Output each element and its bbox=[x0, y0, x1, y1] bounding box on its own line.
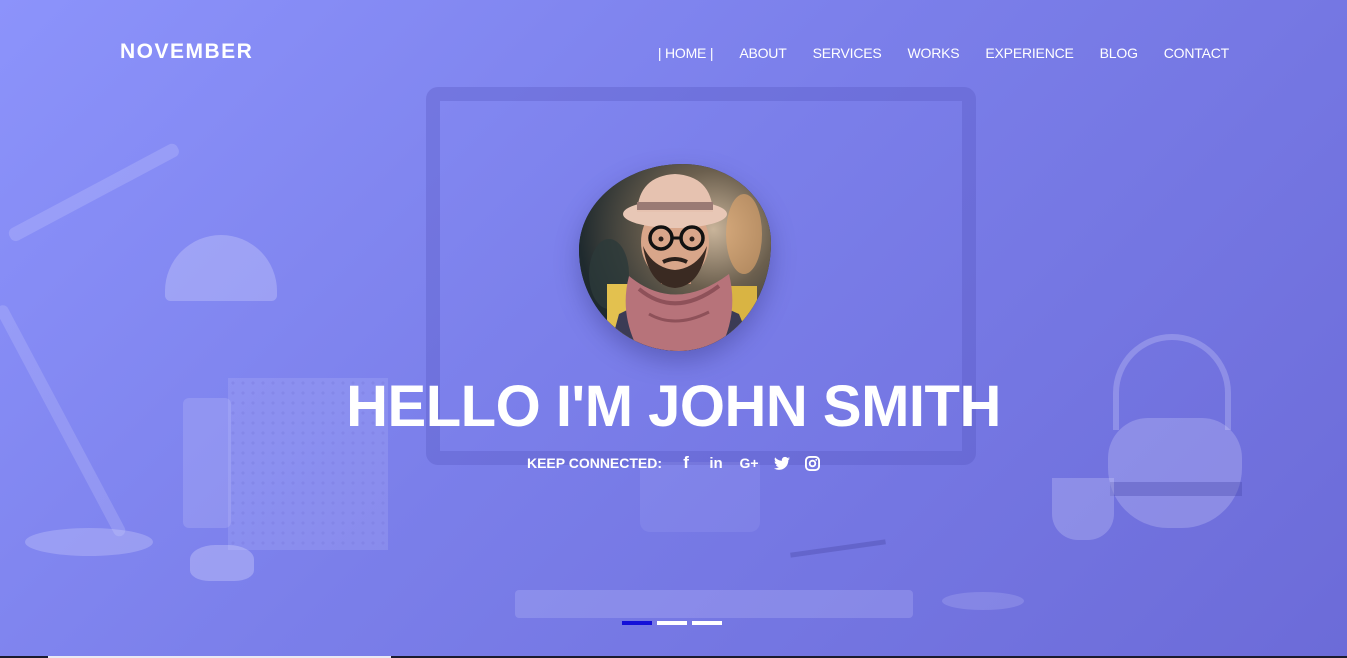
hero-title: HELLO I'M JOHN SMITH bbox=[346, 374, 1001, 439]
hero-section: NOVEMBER HOME ABOUT SERVICES WORKS EXPER… bbox=[0, 0, 1347, 658]
nav-item-services[interactable]: SERVICES bbox=[813, 45, 882, 61]
instagram-icon[interactable] bbox=[804, 454, 820, 472]
nav-item-about[interactable]: ABOUT bbox=[739, 45, 786, 61]
nav-item-home[interactable]: HOME bbox=[658, 45, 713, 61]
background-pen bbox=[790, 539, 886, 558]
nav-item-experience[interactable]: EXPERIENCE bbox=[985, 45, 1073, 61]
linkedin-icon[interactable]: in bbox=[708, 454, 724, 472]
background-lamp-head bbox=[165, 235, 277, 301]
nav-item-blog[interactable]: BLOG bbox=[1100, 45, 1138, 61]
slider-dot-1[interactable] bbox=[622, 621, 652, 625]
background-mouse bbox=[942, 592, 1024, 610]
background-cup bbox=[1052, 478, 1114, 540]
keep-connected-label: KEEP CONNECTED: bbox=[526, 455, 663, 471]
slider-dot-3[interactable] bbox=[692, 621, 722, 625]
google-plus-icon[interactable]: G+ bbox=[738, 454, 760, 472]
twitter-icon[interactable] bbox=[774, 454, 791, 472]
google-plus-glyph: G+ bbox=[739, 455, 759, 471]
nav-item-contact[interactable]: CONTACT bbox=[1164, 45, 1229, 61]
background-monitor-stand bbox=[640, 462, 760, 532]
slider-dot-2[interactable] bbox=[657, 621, 687, 625]
background-lamp-base bbox=[25, 528, 153, 556]
slider-pagination bbox=[622, 621, 722, 625]
main-navigation: HOME ABOUT SERVICES WORKS EXPERIENCE BLO… bbox=[658, 45, 1229, 61]
nav-item-works[interactable]: WORKS bbox=[908, 45, 960, 61]
site-logo[interactable]: NOVEMBER bbox=[120, 40, 253, 64]
instagram-camera-shape bbox=[804, 455, 820, 471]
facebook-icon[interactable]: f bbox=[678, 453, 694, 472]
linkedin-glyph: in bbox=[709, 454, 723, 472]
background-panda-figurine bbox=[190, 545, 254, 581]
facebook-glyph: f bbox=[683, 453, 689, 472]
background-keyboard bbox=[515, 590, 913, 618]
social-links: KEEP CONNECTED: f in G+ bbox=[0, 453, 1347, 472]
background-kettle-band bbox=[1110, 482, 1242, 496]
background-lamp-arm bbox=[6, 141, 182, 244]
twitter-bird-shape bbox=[774, 456, 791, 470]
